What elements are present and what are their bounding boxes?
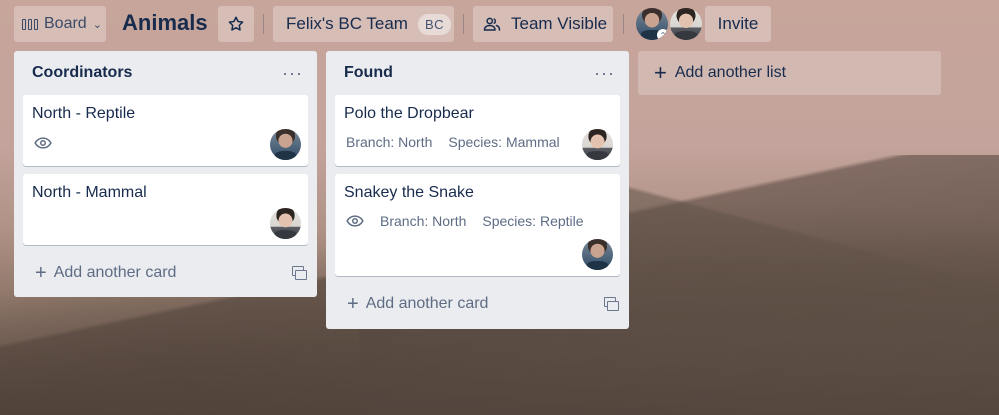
species-label: Species: Mammal: [448, 134, 560, 150]
admin-chevron-icon: ⌃: [657, 29, 668, 40]
card[interactable]: Polo the Dropbear Branch: North Species:…: [335, 95, 620, 166]
card-title: Polo the Dropbear: [344, 105, 474, 122]
add-card-row: + Add another card: [14, 253, 317, 293]
list-header: Coordinators ···: [14, 51, 317, 95]
member-avatar[interactable]: ⌃: [636, 8, 668, 40]
header-divider: [463, 14, 464, 34]
add-list-button[interactable]: + Add another list: [638, 51, 941, 95]
chevron-down-icon: ⌄: [92, 18, 102, 31]
eye-icon: [34, 137, 52, 149]
card-title: North - Mammal: [32, 184, 147, 201]
visibility-button[interactable]: Team Visible: [473, 6, 613, 42]
card-badges: Branch: North Species: Mammal: [346, 134, 560, 150]
star-button[interactable]: [218, 6, 254, 42]
add-card-button[interactable]: + Add another card: [35, 262, 177, 284]
card-badges: [34, 136, 52, 150]
board-icon: [22, 18, 38, 30]
team-name: Felix's BC Team: [286, 14, 408, 33]
list-found: Found ··· Polo the Dropbear Branch: Nort…: [326, 51, 629, 329]
card-member-avatar[interactable]: [582, 129, 613, 160]
team-button[interactable]: Felix's BC Team BC: [273, 6, 454, 42]
header-divider: [263, 14, 264, 34]
card-member-avatar[interactable]: [270, 129, 301, 160]
card-member-avatar[interactable]: [582, 239, 613, 270]
card-title: North - Reptile: [32, 105, 136, 122]
eye-icon: [346, 215, 364, 227]
card-template-icon[interactable]: [604, 296, 620, 312]
header-divider: [623, 14, 624, 34]
card[interactable]: Snakey the Snake Branch: North Species: …: [335, 174, 620, 276]
team-badge: BC: [417, 13, 452, 35]
board-switcher-button[interactable]: Board ⌄: [14, 6, 106, 42]
member-avatar[interactable]: [670, 8, 702, 40]
species-label: Species: Reptile: [482, 213, 584, 229]
card[interactable]: North - Mammal: [23, 174, 308, 245]
add-card-button[interactable]: + Add another card: [347, 293, 489, 315]
add-card-label: Add another card: [365, 295, 489, 312]
plus-icon: +: [35, 262, 47, 284]
card[interactable]: North - Reptile: [23, 95, 308, 166]
card-member-avatar[interactable]: [270, 208, 301, 239]
add-list-label: Add another list: [674, 64, 787, 81]
add-card-label: Add another card: [53, 264, 177, 281]
add-card-row: + Add another card: [326, 284, 629, 324]
plus-icon: +: [347, 293, 359, 315]
list-menu-icon[interactable]: ···: [594, 64, 615, 82]
board-switcher-label: Board: [44, 15, 87, 32]
invite-label: Invite: [717, 14, 759, 33]
list-coordinators: Coordinators ··· North - Reptile North -…: [14, 51, 317, 297]
list-title[interactable]: Found: [344, 64, 393, 82]
board-title[interactable]: Animals: [122, 10, 208, 36]
star-icon: [228, 16, 244, 31]
invite-button[interactable]: Invite: [705, 6, 771, 42]
list-title[interactable]: Coordinators: [32, 64, 132, 82]
board-header: Board ⌄ Animals Felix's BC Team BC Team …: [0, 0, 999, 48]
card-title: Snakey the Snake: [344, 184, 474, 201]
branch-label: Branch: North: [380, 213, 467, 229]
list-header: Found ···: [326, 51, 629, 95]
list-menu-icon[interactable]: ···: [282, 64, 303, 82]
branch-label: Branch: North: [346, 134, 433, 150]
board-members: ⌃: [636, 8, 702, 40]
card-badges: Branch: North Species: Reptile: [346, 213, 584, 229]
visibility-label: Team Visible: [511, 14, 608, 33]
card-template-icon[interactable]: [292, 265, 308, 281]
team-icon: [483, 17, 501, 31]
plus-icon: +: [654, 60, 667, 85]
